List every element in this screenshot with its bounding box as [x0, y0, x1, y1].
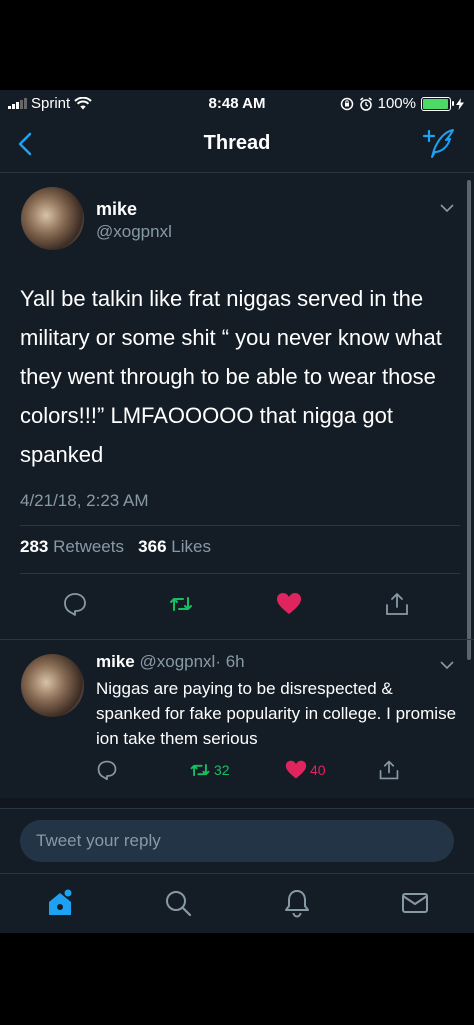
reply-input[interactable]	[20, 820, 454, 862]
search-icon[interactable]	[163, 888, 193, 918]
battery-percent: 100%	[377, 95, 416, 112]
share-icon[interactable]	[384, 591, 410, 617]
reply-actions: 32 40	[0, 759, 474, 787]
retweet-label[interactable]: Retweets	[53, 537, 124, 556]
chevron-down-icon[interactable]	[440, 203, 454, 213]
page-title: Thread	[203, 132, 271, 154]
reply-author-handle[interactable]: @xogpnxl	[139, 652, 215, 671]
home-icon[interactable]	[45, 888, 75, 918]
bell-icon[interactable]	[282, 888, 312, 918]
battery-icon	[421, 96, 454, 111]
reply-composer[interactable]	[20, 820, 454, 862]
tab-bar	[0, 873, 474, 933]
chevron-down-icon[interactable]	[440, 660, 454, 670]
section-divider	[0, 798, 474, 809]
retweet-icon[interactable]	[168, 591, 194, 617]
twitter-thread-screen: Sprint 8:48 AM 100% Thread mike @xogpnxl…	[0, 90, 474, 933]
tweet-author-name[interactable]: mike	[96, 199, 137, 220]
like-count[interactable]: 366	[138, 537, 166, 556]
reply-time: · 6h	[215, 652, 245, 671]
avatar[interactable]	[21, 187, 84, 250]
scrollbar[interactable]	[467, 180, 471, 660]
heart-icon[interactable]	[285, 759, 307, 781]
tweet-timestamp: 4/21/18, 2:23 AM	[20, 491, 149, 510]
heart-icon[interactable]	[276, 591, 302, 617]
mail-icon[interactable]	[400, 888, 430, 918]
tweet-actions	[0, 591, 474, 631]
retweet-icon[interactable]	[189, 759, 211, 781]
charging-icon	[456, 97, 464, 110]
reply-text: Niggas are paying to be disrespected & s…	[96, 679, 457, 748]
compose-tweet-icon[interactable]	[422, 128, 456, 160]
reply-like-count[interactable]: 40	[310, 762, 326, 778]
divider	[20, 573, 460, 574]
reply-retweet-count[interactable]: 32	[214, 762, 230, 778]
navigation-bar: Thread	[0, 118, 474, 173]
tweet-author-handle[interactable]: @xogpnxl	[96, 222, 172, 242]
divider	[20, 525, 460, 526]
avatar[interactable]	[21, 654, 84, 717]
reply-author-name[interactable]: mike	[96, 652, 135, 671]
reply-icon[interactable]	[96, 759, 118, 781]
reply-icon[interactable]	[62, 591, 88, 617]
reply-tweet[interactable]: mike @xogpnxl· 6h Niggas are paying to b…	[0, 639, 474, 800]
tweet-text: Yall be talkin like frat niggas served i…	[20, 286, 442, 467]
orientation-lock-icon	[340, 97, 353, 110]
like-label[interactable]: Likes	[171, 537, 211, 556]
retweet-count[interactable]: 283	[20, 537, 48, 556]
reply-header: mike @xogpnxl· 6h	[96, 652, 245, 672]
share-icon[interactable]	[378, 759, 400, 781]
status-bar: Sprint 8:48 AM 100%	[0, 90, 474, 118]
alarm-icon	[359, 96, 372, 111]
tweet-stats: 283 Retweets 366 Likes	[20, 537, 211, 557]
battery-info: 100%	[340, 95, 464, 112]
